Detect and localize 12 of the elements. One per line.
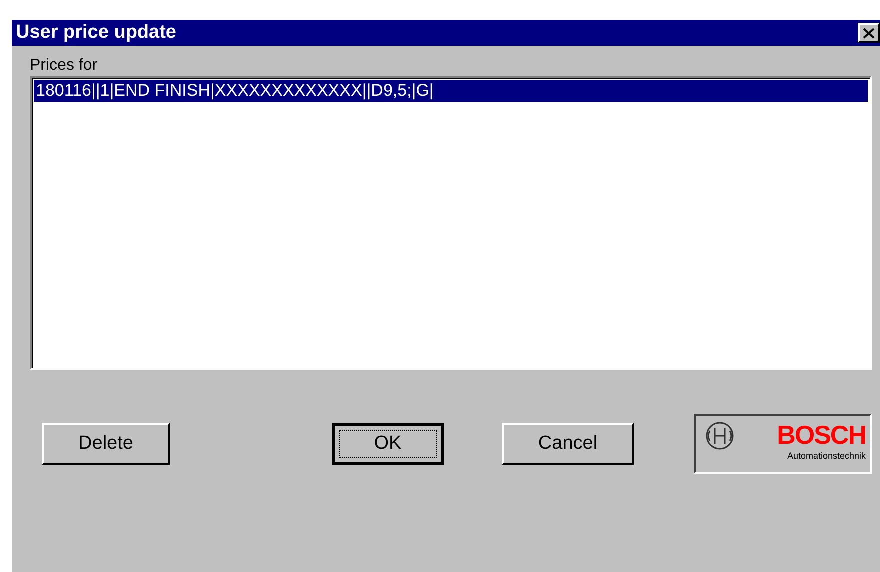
close-icon [863, 28, 875, 38]
cancel-button[interactable]: Cancel [502, 423, 634, 465]
close-button[interactable] [858, 23, 880, 43]
delete-button[interactable]: Delete [42, 423, 170, 465]
list-label: Prices for [30, 56, 99, 76]
logo-tagline: Automationstechnik [787, 451, 866, 461]
list-item[interactable]: 180116||1|END FINISH|XXXXXXXXXXXXX||D9,5;|G| [34, 80, 868, 102]
emblem-icon [704, 420, 736, 452]
brand-logo: BOSCH [777, 420, 866, 451]
window-title: User price update [16, 22, 176, 44]
price-list[interactable]: 180116||1|END FINISH|XXXXXXXXXXXXX||D9,5;|G| [30, 76, 872, 370]
ok-button[interactable]: OK [332, 423, 444, 465]
